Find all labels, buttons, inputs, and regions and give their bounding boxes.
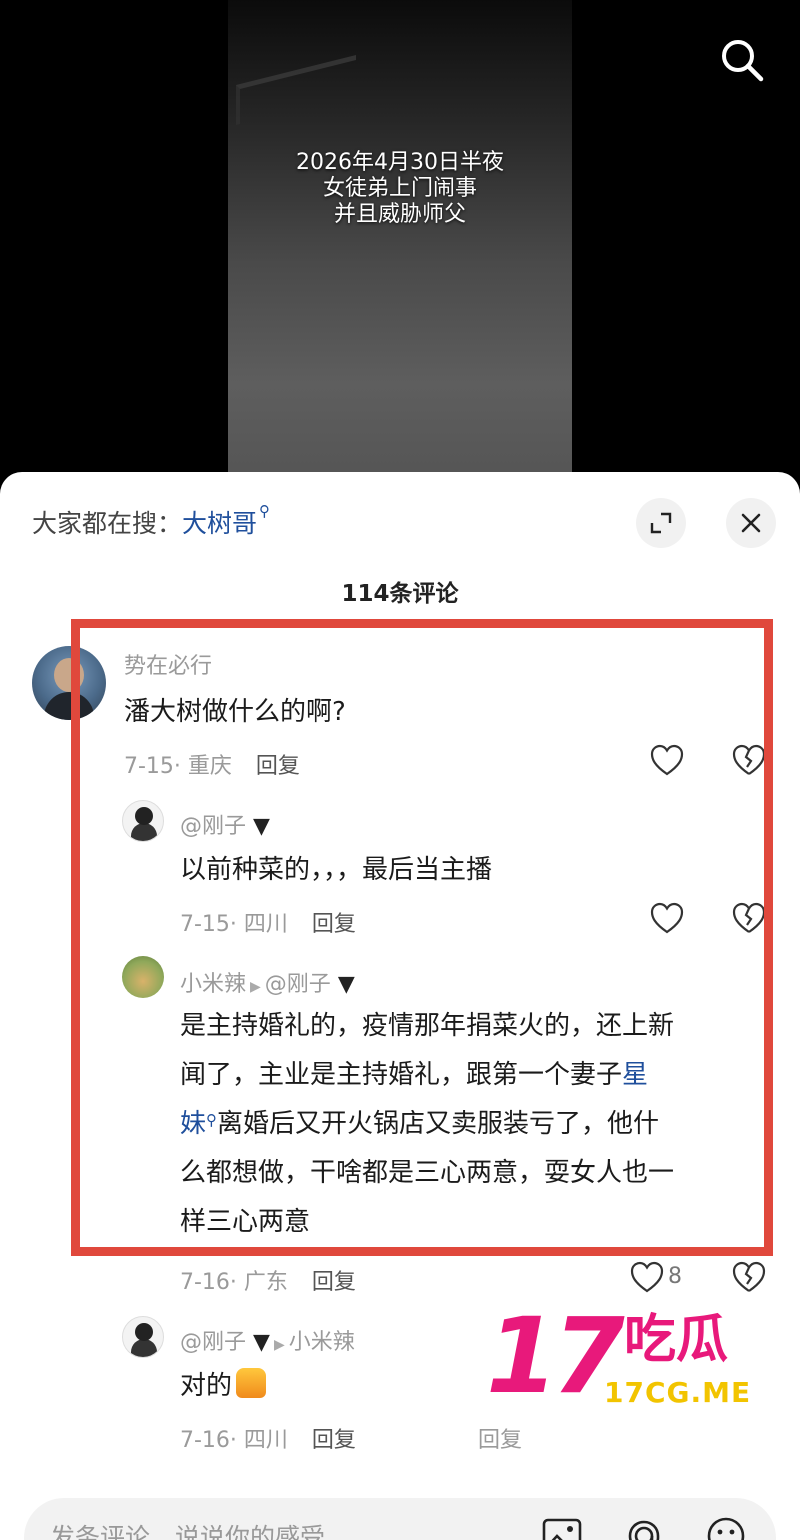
heart-icon[interactable]: [629, 1260, 665, 1296]
video-bench-shape: [236, 55, 356, 125]
broken-heart-icon[interactable]: [731, 1260, 767, 1296]
expand-icon: [650, 512, 672, 534]
comment-text-segment: 离婚后又开火锅店又卖服装亏了，他什: [217, 1109, 660, 1139]
watermark-chinese: 吃瓜: [624, 1310, 729, 1370]
video-frame: [228, 0, 572, 480]
avatar[interactable]: [32, 646, 106, 720]
reply-arrow-icon: ▶: [250, 979, 261, 995]
reply-button[interactable]: 回复: [312, 1428, 356, 1453]
comment-meta: 7-15· 四川 回复: [180, 906, 356, 938]
reply-to-username[interactable]: @刚子: [265, 972, 331, 997]
watermark-url: 17CG.ME: [604, 1376, 752, 1409]
comment-text-segment: 对的: [180, 1371, 233, 1401]
comment-date-location: 7-15· 四川: [180, 912, 288, 937]
reply-arrow-icon: ▶: [273, 1337, 285, 1353]
comment-keyword-link[interactable]: 星: [622, 1060, 648, 1090]
comment-text-line: 闻了，主业是主持婚礼，跟第一个妻子星: [180, 1051, 770, 1100]
comment-text-line: 么都想做，干啥都是三心两意，耍女人也一: [180, 1158, 675, 1188]
reply-username[interactable]: 小米辣: [180, 972, 246, 997]
comment-text-line: 是主持婚礼的，疫情那年捐菜火的，还上新: [180, 1011, 675, 1041]
avatar[interactable]: [122, 1316, 164, 1358]
comment-input-bar[interactable]: 发条评论，说说你的感受: [24, 1498, 776, 1540]
reply-to-username[interactable]: 小米辣: [289, 1330, 355, 1355]
watermark-number: 17: [486, 1295, 625, 1417]
search-icon[interactable]: [716, 34, 768, 86]
comment-input-placeholder[interactable]: 发条评论，说说你的感受: [50, 1518, 325, 1540]
reply-button[interactable]: 回复: [312, 912, 356, 937]
comment-meta: 7-15· 重庆 回复: [124, 748, 300, 780]
video-caption: 2026年4月30日半夜 女徒弟上门闹事 并且威胁师父: [228, 150, 572, 228]
close-button[interactable]: [726, 498, 776, 548]
comment-meta: 7-16· 广东 回复: [180, 1264, 356, 1296]
comment-username[interactable]: 小米辣 ▶ @刚子 ▼: [180, 966, 355, 998]
heart-icon[interactable]: [649, 743, 685, 779]
comment-username[interactable]: 势在必行: [124, 648, 212, 680]
hot-search-prefix: 大家都在搜：: [32, 509, 183, 538]
like-count: 8: [668, 1264, 682, 1289]
hot-search-bar: 大家都在搜：大树哥 ⚲: [32, 502, 271, 540]
bird-badge-icon: ▼: [253, 814, 270, 839]
comment-date-location: 7-16· 四川: [180, 1428, 288, 1453]
heart-icon[interactable]: [649, 901, 685, 937]
reply-username[interactable]: @刚子: [180, 1330, 246, 1355]
image-icon[interactable]: [540, 1514, 584, 1540]
reply-button[interactable]: 回复: [478, 1422, 522, 1454]
avatar[interactable]: [122, 800, 164, 842]
avatar[interactable]: [122, 956, 164, 998]
watermark-logo: 17 吃瓜 17CG.ME: [486, 1304, 786, 1424]
reply-button[interactable]: 回复: [312, 1270, 356, 1295]
hot-search-keyword[interactable]: 大树哥: [182, 509, 257, 538]
comment-date-location: 7-16· 广东: [180, 1270, 288, 1295]
search-small-icon: ⚲: [259, 502, 271, 520]
comment-sheet: 大家都在搜：大树哥 ⚲ 114条评论 势在必行 潘大树做什么的啊? 7-15· 重…: [0, 472, 800, 1540]
comment-keyword-link[interactable]: 妹: [180, 1109, 206, 1139]
comment-text: 对的: [180, 1362, 267, 1411]
comment-text: 是主持婚礼的，疫情那年捐菜火的，还上新 闻了，主业是主持婚礼，跟第一个妻子星 妹…: [180, 1002, 770, 1247]
comment-text: 潘大树做什么的啊?: [124, 697, 346, 727]
video-caption-line: 2026年4月30日半夜: [296, 150, 504, 175]
comment-date-location: 7-15· 重庆: [124, 754, 232, 779]
comment-text-line: 妹⚲离婚后又开火锅店又卖服装亏了，他什: [180, 1100, 770, 1149]
bird-badge-icon: ▼: [337, 972, 355, 997]
comment-meta: 7-16· 四川 回复: [180, 1422, 356, 1454]
expand-button[interactable]: [636, 498, 686, 548]
comment-text: 以前种菜的，，，最后当主播: [180, 855, 493, 885]
reply-username[interactable]: @刚子: [180, 814, 246, 839]
comment-username[interactable]: @刚子 ▼: [180, 808, 270, 840]
comment-text-line: 样三心两意: [180, 1207, 311, 1237]
video-caption-line: 女徒弟上门闹事: [322, 176, 477, 201]
search-small-icon: ⚲: [206, 1111, 218, 1129]
bird-badge-icon: ▼: [253, 1330, 270, 1355]
close-icon: [741, 513, 761, 533]
emoji-icon[interactable]: [704, 1514, 748, 1540]
broken-heart-icon[interactable]: [731, 901, 767, 937]
comment-text-segment: 闻了，主业是主持婚礼，跟第一个妻子: [180, 1060, 623, 1090]
at-mention-icon[interactable]: [622, 1514, 666, 1540]
video-caption-line: 并且威胁师父: [333, 202, 466, 227]
broken-heart-icon[interactable]: [731, 743, 767, 779]
comment-username[interactable]: @刚子 ▼ ▶ 小米辣: [180, 1324, 355, 1356]
reply-button[interactable]: 回复: [256, 754, 300, 779]
video-player[interactable]: 2026年4月30日半夜 女徒弟上门闹事 并且威胁师父: [0, 0, 800, 480]
comment-count-title: 114条评论: [341, 581, 459, 607]
thumbs-up-icon: [236, 1368, 267, 1398]
